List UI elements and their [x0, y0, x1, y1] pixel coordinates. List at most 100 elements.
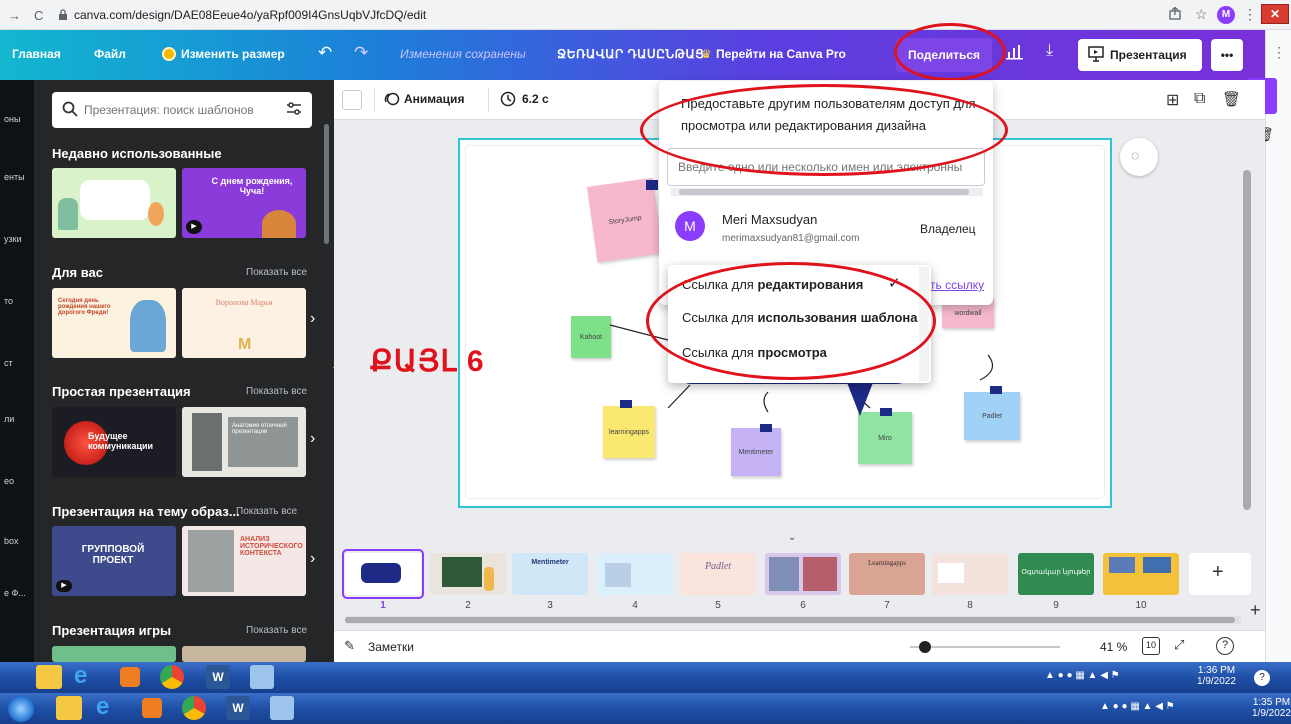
- redo-icon[interactable]: ↷: [354, 43, 368, 63]
- page-thumb-6[interactable]: [765, 553, 841, 595]
- explorer-icon[interactable]: [36, 665, 62, 689]
- rail-label-elements[interactable]: енты: [4, 172, 25, 182]
- rail-label-dropbox[interactable]: box: [4, 536, 19, 546]
- chrome-icon[interactable]: [160, 665, 184, 689]
- duplicate-page-icon[interactable]: ⧉: [1194, 90, 1205, 108]
- recent-template-1[interactable]: [52, 168, 176, 238]
- start-button[interactable]: [8, 696, 34, 722]
- page-thumb-4[interactable]: [597, 553, 673, 595]
- animation-button[interactable]: Анимация: [404, 92, 464, 106]
- ie-icon-2[interactable]: e: [96, 693, 109, 721]
- invite-horizontal-scrollbar[interactable]: [671, 188, 983, 196]
- word-icon[interactable]: W: [206, 665, 230, 689]
- filter-icon[interactable]: [286, 101, 302, 122]
- page-thumb-2[interactable]: [430, 553, 506, 595]
- games-template-1[interactable]: [52, 646, 176, 662]
- delete-page-icon[interactable]: 🗑: [1222, 90, 1241, 108]
- notes-button[interactable]: Заметки: [368, 640, 414, 654]
- url-field[interactable]: canva.com/design/DAE08Eeue4o/yaRpf009I4G…: [74, 8, 426, 22]
- download-icon[interactable]: ⤓: [1046, 42, 1053, 60]
- more-options-button[interactable]: •••: [1211, 39, 1243, 71]
- media-player-icon[interactable]: [120, 667, 140, 687]
- rail-label-photos[interactable]: то: [4, 296, 13, 306]
- browser-menu-icon[interactable]: ⋮: [1243, 6, 1257, 23]
- share-page-icon[interactable]: [1168, 6, 1182, 26]
- tray-icons-2[interactable]: ▲ ● ● ▦ ▲ ◀ ⚑: [1100, 701, 1175, 712]
- copy-link-button[interactable]: ть ссылку: [930, 278, 984, 292]
- zoom-level[interactable]: 41 %: [1100, 640, 1127, 654]
- page-thumb-10[interactable]: [1103, 553, 1179, 595]
- for-you-template-2[interactable]: Воронова Марья M: [182, 288, 306, 358]
- add-page-icon[interactable]: ⊞: [1166, 90, 1179, 110]
- rail-label-folder[interactable]: е Ф...: [4, 588, 26, 598]
- template-search-box[interactable]: [52, 92, 312, 128]
- media-player-icon-2[interactable]: [142, 698, 162, 718]
- rail-label-text[interactable]: ст: [4, 358, 13, 368]
- duration-button[interactable]: 6.2 с: [522, 92, 549, 106]
- bookmark-star-icon[interactable]: ☆: [1195, 6, 1208, 23]
- side-add-icon[interactable]: +: [1250, 600, 1261, 621]
- rail-label-styles[interactable]: ли: [4, 414, 14, 424]
- panel-scrollbar[interactable]: [324, 124, 329, 244]
- strip-toggle-chevron-icon[interactable]: ⌄: [788, 532, 796, 543]
- file-menu-button[interactable]: Файл: [94, 47, 126, 61]
- side-menu-icon[interactable]: ⋮: [1272, 44, 1286, 61]
- for-you-next-icon[interactable]: ›: [310, 310, 315, 328]
- show-all-simple[interactable]: Показать все: [246, 386, 307, 397]
- rail-label-video[interactable]: ео: [4, 476, 14, 486]
- page-thumb-3[interactable]: Mentimeter: [512, 553, 588, 595]
- explorer-icon-2[interactable]: [56, 696, 82, 720]
- zoom-slider-track[interactable]: [910, 646, 1060, 648]
- fullscreen-icon[interactable]: ⤢: [1174, 637, 1184, 653]
- invite-scroll-thumb[interactable]: [679, 189, 969, 195]
- simple-template-2[interactable]: Анатомия отличной презентации: [182, 407, 306, 477]
- undo-icon[interactable]: ↶: [318, 43, 332, 63]
- background-color-swatch[interactable]: [342, 90, 362, 110]
- zoom-slider-thumb[interactable]: [919, 641, 931, 653]
- word-icon-2[interactable]: W: [226, 696, 250, 720]
- template-search-input[interactable]: [84, 100, 274, 120]
- reload-button[interactable]: C: [34, 8, 43, 23]
- rail-label-uploads[interactable]: узки: [4, 234, 22, 244]
- chrome-icon-2[interactable]: [182, 696, 206, 720]
- page-count-button[interactable]: 10: [1142, 637, 1160, 655]
- education-template-2[interactable]: АНАЛИЗ ИСТОРИЧЕСКОГО КОНТЕКСТА: [182, 526, 306, 596]
- tray-icons[interactable]: ▲ ● ● ▦ ▲ ◀ ⚑: [1045, 670, 1120, 681]
- taskbar-help-icon[interactable]: ?: [1254, 670, 1270, 686]
- rail-label-templates[interactable]: оны: [4, 114, 20, 124]
- paint-icon-2[interactable]: [270, 696, 294, 720]
- add-comment-button[interactable]: ◌: [1120, 138, 1158, 176]
- add-page-button[interactable]: +: [1189, 553, 1251, 595]
- education-template-1[interactable]: ГРУППОВОЙ ПРОЕКТ ▶: [52, 526, 176, 596]
- home-button[interactable]: Главная: [12, 47, 61, 61]
- for-you-template-1[interactable]: Сегодня день рождения нашего дорогого Фр…: [52, 288, 176, 358]
- back-button[interactable]: →: [8, 8, 21, 23]
- recent-template-2[interactable]: С днем рождения, Чуча! ▶: [182, 168, 306, 238]
- design-title[interactable]: ՋԵՌԱՎԱՐ ԴԱՍԸՆԹԱՑ: [557, 47, 705, 61]
- simple-next-icon[interactable]: ›: [310, 430, 315, 448]
- show-all-education[interactable]: Показать все: [236, 506, 297, 517]
- strip-scrollbar[interactable]: [345, 616, 1241, 624]
- help-button[interactable]: ?: [1216, 637, 1234, 655]
- education-next-icon[interactable]: ›: [310, 550, 315, 568]
- canva-pro-button[interactable]: Перейти на Canva Pro: [716, 47, 846, 61]
- games-template-2[interactable]: [182, 646, 306, 662]
- resize-button[interactable]: Изменить размер: [181, 47, 285, 61]
- ie-icon[interactable]: e: [74, 662, 87, 690]
- page-thumb-5[interactable]: Padlet: [680, 553, 756, 595]
- page-thumb-9[interactable]: Օգտակար նյութեր: [1018, 553, 1094, 595]
- page-thumb-7[interactable]: Learningapps: [849, 553, 925, 595]
- analytics-icon[interactable]: [1006, 44, 1024, 65]
- paint-icon[interactable]: [250, 665, 274, 689]
- strip-scroll-thumb[interactable]: [345, 617, 1235, 623]
- show-all-games[interactable]: Показать все: [246, 625, 307, 636]
- simple-template-1[interactable]: Будущее коммуникации: [52, 407, 176, 477]
- profile-avatar[interactable]: M: [1217, 6, 1235, 24]
- show-all-for-you[interactable]: Показать все: [246, 267, 307, 278]
- page-thumb-1[interactable]: [345, 553, 421, 595]
- vertical-scroll-track[interactable]: [1240, 120, 1254, 530]
- sticky-note-storyjump[interactable]: StoryJump: [587, 177, 663, 263]
- page-thumb-8[interactable]: [932, 553, 1008, 595]
- window-close-button[interactable]: ✕: [1261, 4, 1289, 24]
- vertical-scroll-thumb[interactable]: [1243, 170, 1251, 510]
